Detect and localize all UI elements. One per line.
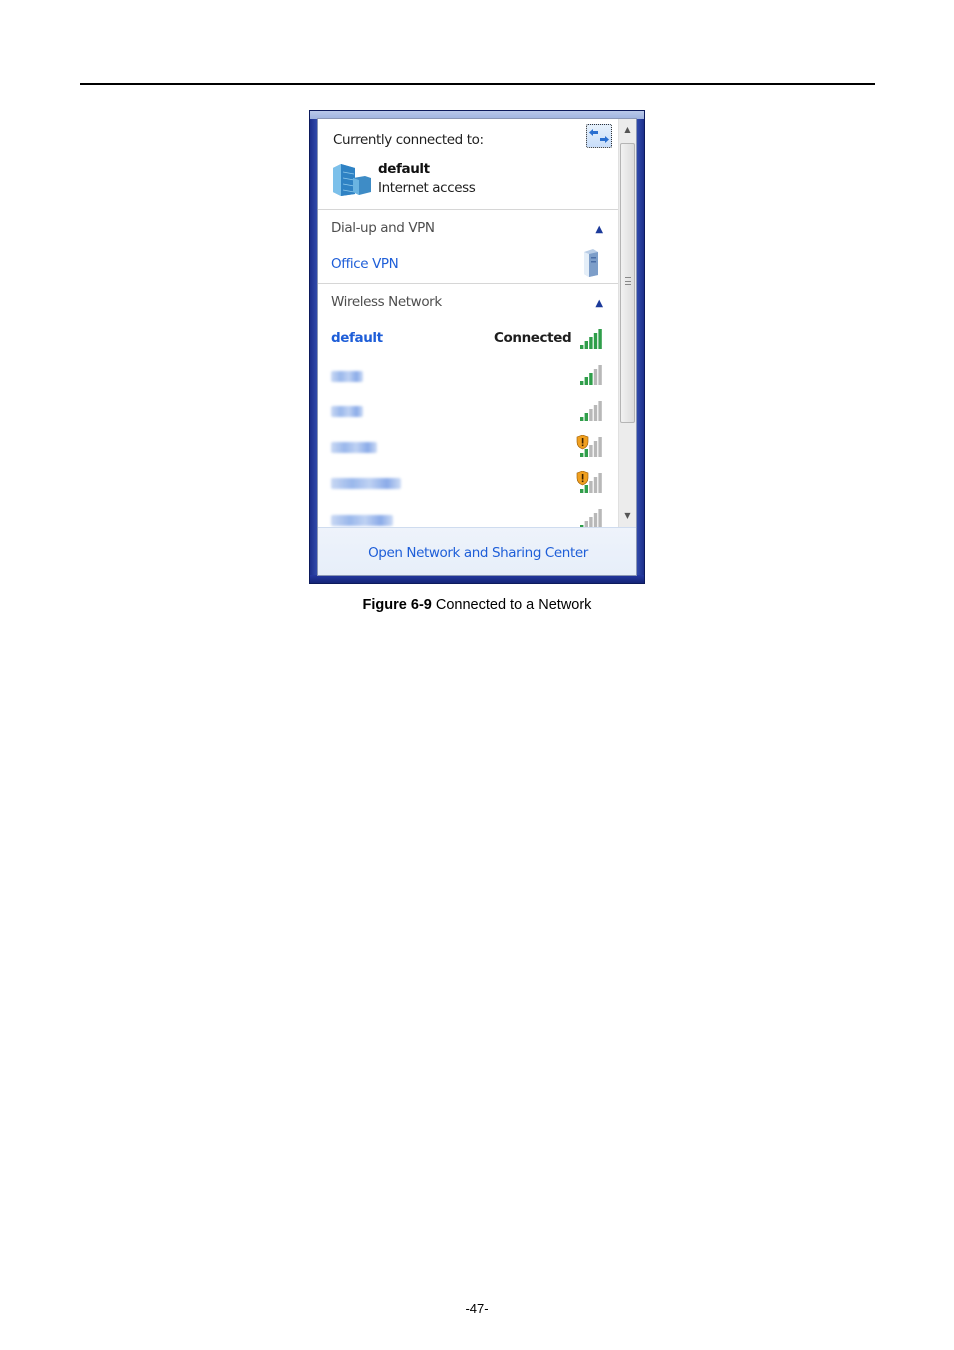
signal-bar-inactive bbox=[589, 409, 593, 421]
page-number: -47- bbox=[465, 1301, 489, 1316]
signal-strength-icon bbox=[580, 329, 602, 349]
section-title-dialup-vpn: Dial-up and VPN bbox=[331, 220, 435, 236]
wifi-network-name-obscured bbox=[331, 406, 363, 417]
currently-connected-label: Currently connected to: bbox=[333, 132, 484, 148]
signal-bar-inactive bbox=[589, 481, 593, 493]
section-divider bbox=[318, 283, 619, 284]
chevron-up-icon[interactable]: ▲ bbox=[593, 225, 605, 235]
refresh-button[interactable] bbox=[586, 124, 612, 148]
signal-strength-icon bbox=[576, 471, 602, 493]
signal-bar-active bbox=[580, 489, 584, 493]
network-buildings-icon bbox=[333, 164, 371, 196]
scroll-down-arrow-icon[interactable]: ▼ bbox=[619, 507, 636, 525]
wifi-network-name-obscured bbox=[331, 442, 377, 453]
section-title-wireless-network: Wireless Network bbox=[331, 294, 442, 310]
wifi-network-status: Connected bbox=[494, 330, 572, 346]
flyout-footer: Open Network and Sharing Center bbox=[318, 527, 636, 575]
refresh-arrows-icon bbox=[589, 129, 609, 143]
network-list-content: Currently connected to: default Internet… bbox=[318, 119, 619, 527]
figure-caption-label: Figure 6-9 bbox=[362, 597, 432, 613]
signal-bar-active bbox=[584, 341, 588, 349]
open-network-sharing-center-link[interactable]: Open Network and Sharing Center bbox=[318, 545, 636, 561]
network-flyout-window: Currently connected to: default Internet… bbox=[309, 110, 645, 584]
signal-bar-inactive bbox=[589, 445, 593, 457]
figure-caption-text: Connected to a Network bbox=[431, 597, 592, 613]
signal-bar-active bbox=[593, 333, 598, 349]
security-warning-shield-icon bbox=[576, 471, 589, 486]
section-divider bbox=[318, 209, 619, 210]
scroll-up-arrow-icon[interactable]: ▲ bbox=[619, 121, 636, 139]
signal-bar-active bbox=[589, 337, 593, 349]
current-connection-name: default bbox=[378, 161, 430, 177]
vpn-server-icon bbox=[584, 249, 598, 277]
figure-caption: Figure 6-9 Connected to a Network bbox=[0, 597, 954, 613]
wifi-network-name-obscured bbox=[331, 515, 393, 526]
signal-bar-active bbox=[584, 485, 588, 493]
signal-bar-active bbox=[580, 453, 584, 457]
signal-strength-icon bbox=[580, 365, 602, 385]
signal-strength-icon bbox=[580, 401, 602, 421]
scrollbar-thumb[interactable] bbox=[620, 143, 635, 423]
chevron-up-icon[interactable]: ▲ bbox=[593, 299, 605, 309]
signal-bar-inactive bbox=[598, 473, 602, 493]
page-header-rule bbox=[80, 83, 875, 85]
scrollbar-grip-icon bbox=[625, 277, 631, 285]
signal-bar-inactive bbox=[593, 369, 598, 385]
vertical-scrollbar[interactable]: ▲ ▼ bbox=[618, 119, 636, 527]
signal-bar-active bbox=[580, 381, 584, 385]
signal-bar-inactive bbox=[593, 477, 598, 493]
signal-bar-inactive bbox=[589, 517, 593, 527]
signal-bar-inactive bbox=[598, 437, 602, 457]
signal-bar-active bbox=[584, 413, 588, 421]
signal-bar-active bbox=[598, 329, 602, 349]
signal-bar-inactive bbox=[598, 509, 602, 527]
signal-bar-active bbox=[589, 373, 593, 385]
signal-bar-active bbox=[580, 345, 584, 349]
current-connection-status: Internet access bbox=[378, 180, 476, 196]
signal-bar-active bbox=[584, 377, 588, 385]
signal-bar-inactive bbox=[598, 401, 602, 421]
signal-bar-inactive bbox=[593, 405, 598, 421]
signal-strength-icon bbox=[576, 435, 602, 457]
signal-bar-active bbox=[584, 449, 588, 457]
signal-bar-inactive bbox=[593, 513, 598, 527]
wifi-network-name-obscured bbox=[331, 478, 401, 489]
wifi-network-name-obscured bbox=[331, 371, 363, 382]
signal-bar-inactive bbox=[593, 441, 598, 457]
signal-bar-inactive bbox=[598, 365, 602, 385]
signal-bar-active bbox=[580, 417, 584, 421]
signal-strength-icon bbox=[580, 509, 602, 527]
security-warning-shield-icon bbox=[576, 435, 589, 450]
network-flyout-panel: Currently connected to: default Internet… bbox=[317, 118, 637, 576]
wifi-network-name: default bbox=[331, 330, 383, 346]
vpn-item-office-vpn[interactable]: Office VPN bbox=[331, 256, 399, 272]
